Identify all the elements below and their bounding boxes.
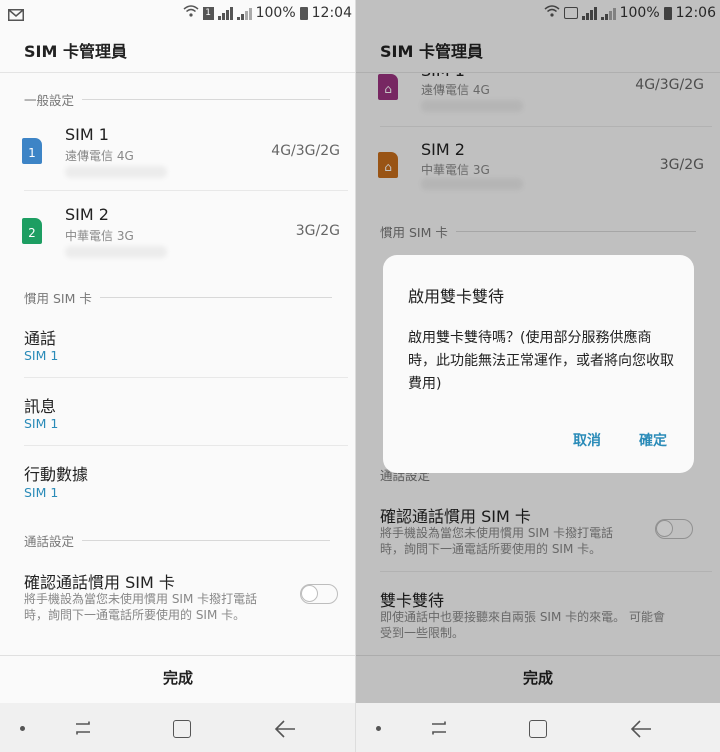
sim-card-row-2[interactable]: 2 SIM 2 中華電信 3G 3G/2G — [0, 192, 356, 270]
sim-carrier: 中華電信 3G — [65, 229, 134, 243]
home-icon[interactable] — [529, 720, 547, 738]
setting-description: 將手機設為當您未使用慣用 SIM 卡撥打電話時，詢問下一通電話所要使用的 SIM… — [24, 592, 258, 622]
back-icon[interactable] — [274, 719, 296, 739]
left-screen: 1 100% 12:04 SIM 卡管理員 一般設定 1 SIM 1 遠傳電信 … — [0, 0, 356, 752]
home-icon[interactable] — [173, 720, 191, 738]
pref-value: SIM 1 — [24, 485, 59, 500]
wifi-icon — [183, 5, 199, 21]
page-title: SIM 卡管理員 — [24, 42, 127, 61]
screenshot-root: 1 100% 12:04 SIM 卡管理員 一般設定 1 SIM 1 遠傳電信 … — [0, 0, 720, 752]
navigation-bar — [0, 703, 356, 752]
dialog-message: 啟用雙卡雙待嗎？(使用部分服務供應商時，此功能無法正常運作，或者將向您收取費用) — [408, 330, 674, 392]
mail-icon — [8, 6, 24, 25]
pref-label: 行動數據 — [24, 465, 89, 484]
divider — [24, 190, 348, 191]
blurred-phone-number — [65, 166, 167, 178]
dual-standby-dialog: 啟用雙卡雙待 啟用雙卡雙待嗎？(使用部分服務供應商時，此功能無法正常運作，或者將… — [383, 255, 694, 473]
sim-carrier: 遠傳電信 4G — [65, 149, 134, 163]
pref-value: SIM 1 — [24, 416, 59, 431]
nav-hide-dot-icon[interactable] — [376, 726, 381, 731]
back-icon[interactable] — [630, 719, 652, 739]
section-header-preferred-sim: 慣用 SIM 卡 — [24, 288, 332, 307]
sim-network-type: 4G/3G/2G — [271, 143, 340, 159]
section-header-general: 一般設定 — [24, 90, 331, 109]
sim-card-row-1[interactable]: 1 SIM 1 遠傳電信 4G 4G/3G/2G — [0, 112, 356, 190]
footer-divider — [0, 655, 356, 656]
pref-label: 訊息 — [24, 397, 57, 416]
dialog-title: 啟用雙卡雙待 — [408, 287, 505, 306]
dialog-cancel-button[interactable]: 取消 — [573, 430, 601, 450]
sim-name: SIM 2 — [65, 205, 109, 224]
navigation-bar — [356, 703, 720, 752]
section-header-call-settings: 通話設定 — [24, 531, 331, 550]
battery-percent: 100% — [255, 5, 296, 21]
signal-icon — [217, 6, 233, 20]
header-divider — [0, 72, 356, 73]
sim-card-icon: 2 — [22, 218, 42, 244]
setting-title: 確認通話慣用 SIM 卡 — [24, 573, 175, 592]
sim-network-type: 3G/2G — [295, 223, 340, 239]
divider — [24, 377, 348, 378]
pref-label: 通話 — [24, 329, 57, 348]
sim-card-icon: 1 — [22, 138, 42, 164]
blurred-phone-number — [65, 246, 167, 258]
dialog-confirm-button[interactable]: 確定 — [639, 430, 667, 450]
sim-indicator-icon: 1 — [202, 6, 214, 20]
signal-2-icon — [236, 7, 252, 20]
sim-name: SIM 1 — [65, 125, 109, 144]
confirm-sim-toggle[interactable] — [300, 584, 338, 604]
divider — [24, 445, 348, 446]
pref-value: SIM 1 — [24, 348, 59, 363]
status-bar: 1 100% 12:04 — [0, 0, 356, 28]
battery-icon — [299, 6, 308, 20]
right-screen: 100% 12:06 SIM 卡管理員 ⌂ SIM 1 遠傳電信 4G 4G/3… — [356, 0, 720, 752]
done-button[interactable]: 完成 — [0, 667, 356, 688]
recent-apps-icon[interactable] — [72, 720, 94, 736]
nav-hide-dot-icon[interactable] — [20, 726, 25, 731]
recent-apps-icon[interactable] — [428, 720, 450, 736]
status-time: 12:04 — [311, 5, 352, 21]
